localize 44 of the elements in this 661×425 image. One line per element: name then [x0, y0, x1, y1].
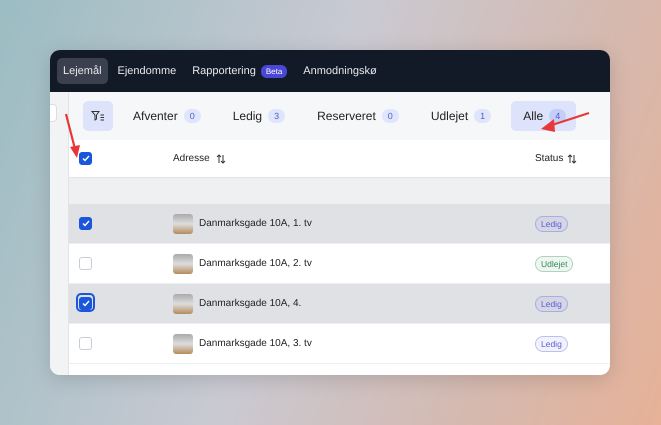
address-text: Danmarksgade 10A, 3. tv [199, 338, 312, 349]
count-badge: 4 [549, 109, 566, 123]
filter-button[interactable] [83, 101, 113, 131]
nav-tab[interactable]: Rapportering Beta [186, 58, 294, 84]
table-row[interactable]: Danmarksgade 10A, 3. tv Ledig [69, 324, 610, 364]
beta-badge: Beta [260, 64, 288, 78]
photo-placeholder [173, 254, 193, 274]
photo-placeholder [173, 294, 193, 314]
row-checkbox[interactable] [79, 297, 92, 310]
status-tag: Udlejet [535, 256, 574, 272]
column-header[interactable]: Status [535, 153, 564, 164]
select-all-checkbox[interactable] [79, 152, 92, 165]
filter-tab[interactable]: Reserveret 0 [305, 101, 409, 131]
count-badge: 0 [184, 109, 201, 123]
sort-icon[interactable] [567, 154, 578, 164]
photo-placeholder [173, 334, 193, 354]
column-header[interactable]: Adresse [173, 153, 210, 164]
filter-tab[interactable]: Alle 4 [511, 101, 576, 131]
nav-tab[interactable]: Anmodningskø [297, 58, 383, 84]
row-checkbox[interactable] [79, 217, 92, 230]
count-badge: 0 [382, 109, 399, 123]
address-text: Danmarksgade 10A, 2. tv [199, 258, 312, 269]
count-badge: 1 [474, 109, 492, 123]
address-text: Danmarksgade 10A, 4. [199, 298, 302, 309]
filter-tab[interactable]: Udlejet 1 [418, 101, 502, 131]
address-text: Danmarksgade 10A, 1. tv [199, 218, 312, 229]
status-tag: Ledig [535, 296, 568, 312]
status-tag: Ledig [535, 216, 568, 232]
arrow-drawing [62, 113, 82, 159]
filter-tab[interactable]: Ledig 3 [220, 101, 296, 131]
sort-icon[interactable] [216, 154, 226, 164]
count-badge: 3 [268, 109, 286, 123]
filter-icon [91, 110, 105, 122]
table-row[interactable]: Danmarksgade 10A, 1. tv Ledig [69, 204, 610, 244]
table-row[interactable]: Danmarksgade 10A, 4. Ledig [69, 284, 610, 324]
check-icon [82, 300, 90, 307]
sidebar-field[interactable] [50, 104, 57, 122]
check-icon [82, 220, 90, 227]
photo-placeholder [173, 214, 193, 234]
filter-tab[interactable]: Afventer 0 [121, 101, 211, 131]
nav-tab[interactable]: Ejendomme [112, 58, 182, 84]
status-tag: Ledig [535, 336, 568, 352]
nav-tab[interactable]: Lejemål [57, 58, 108, 84]
check-icon [82, 155, 90, 162]
